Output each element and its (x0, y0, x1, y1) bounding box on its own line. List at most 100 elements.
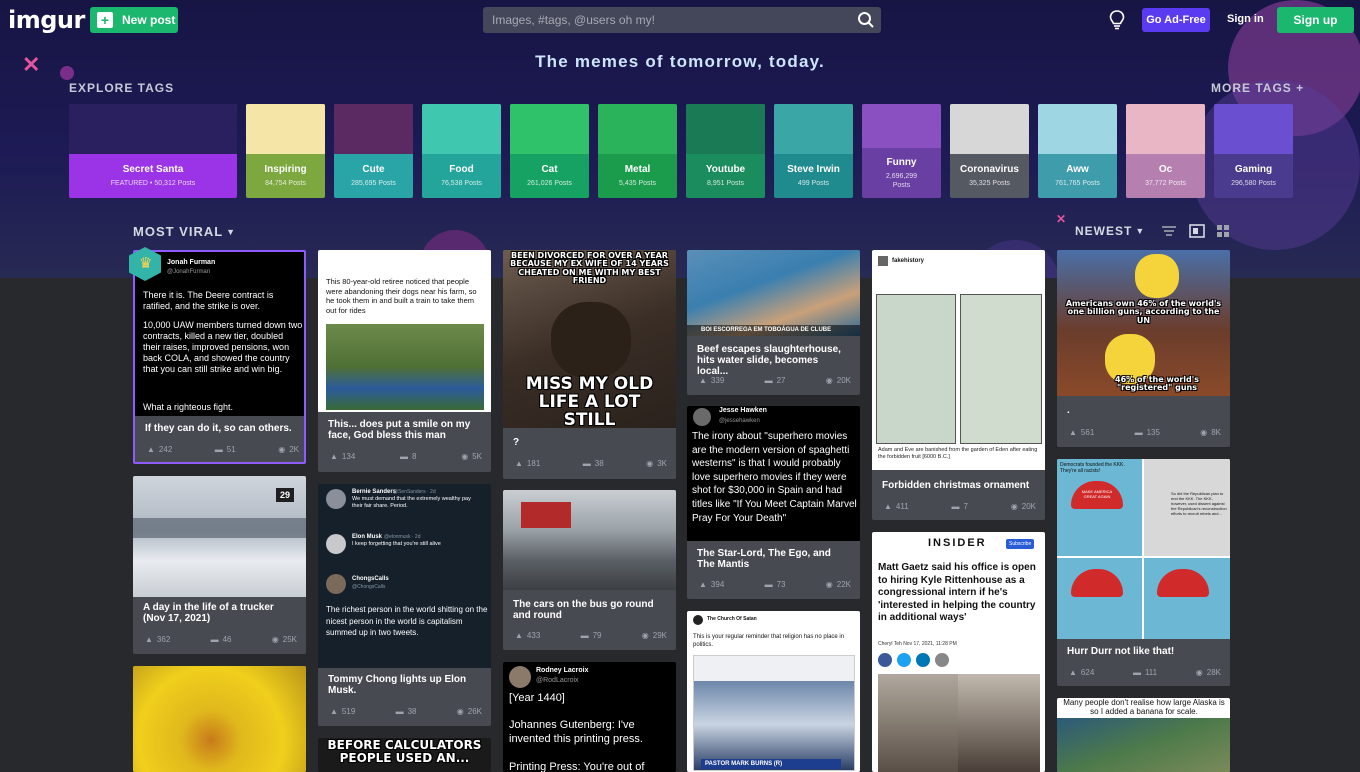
tag-count: 5,435 Posts (619, 180, 656, 187)
post-card[interactable]: Bernie Sanders @SenSanders · 2d We must … (318, 484, 491, 726)
upvote-icon[interactable]: ▲ (147, 445, 155, 454)
tag-card-secret-santa[interactable]: Secret Santa FEATURED • 50,312 Posts (69, 104, 237, 198)
comment-icon: ▬ (764, 579, 773, 589)
tag-card-inspiring[interactable]: Inspiring 84,754 Posts (246, 104, 325, 198)
tag-card-metal[interactable]: Metal 5,435 Posts (598, 104, 677, 198)
post-card[interactable]: INSIDER Subscribe Matt Gaetz said his of… (872, 532, 1045, 772)
avatar (878, 256, 888, 266)
sign-up-button[interactable]: Sign up (1277, 7, 1354, 33)
post-title: ? (513, 437, 520, 448)
post-card[interactable]: BEFORE CALCULATORS PEOPLE USED AN... (318, 738, 491, 772)
post-stats: ▲ 433 ▬ 79 ◉ 29K (515, 629, 667, 641)
tag-card-coronavirus[interactable]: Coronavirus 35,325 Posts (950, 104, 1029, 198)
post-card[interactable]: The Church Of Satan This is your regular… (687, 611, 860, 772)
tag-card-cat[interactable]: Cat 261,026 Posts (510, 104, 589, 198)
upvote-icon[interactable]: ▲ (330, 707, 338, 716)
post-card[interactable]: fakehistory Adam and Eve are banished fr… (872, 250, 1045, 520)
post-card[interactable]: Rodney Lacroix @RodLacroix [Year 1440] J… (503, 662, 676, 772)
comment-count: 51 (226, 444, 236, 454)
post-card[interactable]: Jonah Furman @JonahFurman There it is. T… (133, 250, 306, 464)
tag-image (598, 104, 677, 154)
upvote-icon[interactable]: ▲ (1069, 428, 1077, 437)
image-count-badge: 29 (275, 488, 294, 502)
tag-image (1214, 104, 1293, 154)
new-post-button[interactable]: + New post (90, 7, 178, 33)
search-input[interactable] (483, 7, 881, 33)
upvote-icon[interactable]: ▲ (699, 376, 707, 385)
tag-count: 37,772 Posts (1145, 180, 1186, 187)
post-title: This... does put a smile on my face, God… (328, 419, 471, 441)
comment-icon: ▬ (210, 634, 219, 644)
tag-card-steve-irwin[interactable]: Steve Irwin 499 Posts (774, 104, 853, 198)
tag-image (69, 104, 237, 154)
list-view-icon[interactable] (1161, 224, 1177, 238)
tag-image (422, 104, 501, 154)
tweet-text: Johannes Gutenberg: I've invented this p… (509, 719, 643, 745)
upvote-icon[interactable]: ▲ (330, 452, 338, 461)
trophy-icon: ♛ (139, 255, 153, 272)
tag-name: Food (449, 164, 474, 175)
column-view-icon[interactable] (1189, 224, 1205, 238)
post-thumbnail (133, 666, 306, 772)
tag-count: 261,026 Posts (527, 180, 572, 187)
most-viral-dropdown[interactable]: MOST VIRAL ▼ (133, 224, 236, 239)
lightbulb-icon[interactable] (1109, 10, 1125, 30)
tag-card-gaming[interactable]: Gaming 296,580 Posts (1214, 104, 1293, 198)
tweet-text: There it is. The Deere contract is ratif… (143, 290, 274, 311)
upvote-icon[interactable]: ▲ (699, 580, 707, 589)
upvote-icon[interactable]: ▲ (515, 459, 523, 468)
imgur-logo[interactable]: imgur (8, 6, 85, 34)
post-card[interactable]: Many people don't realise how large Alas… (1057, 698, 1230, 772)
article-byline: Cheryl Teh Nov 17, 2021, 11:28 PM (878, 641, 957, 647)
upvote-count: 339 (710, 375, 725, 385)
post-card[interactable]: The cars on the bus go round and round ▲… (503, 490, 676, 650)
sign-in-link[interactable]: Sign in (1227, 13, 1264, 25)
search-bar[interactable] (483, 7, 881, 33)
post-card[interactable]: BEEN DIVORCED FOR OVER A YEAR BECAUSE MY… (503, 250, 676, 479)
post-card[interactable] (133, 666, 306, 772)
news-screenshot (693, 655, 855, 771)
newest-dropdown[interactable]: NEWEST ▼ (1075, 224, 1145, 238)
post-card[interactable]: Democrats founded the KKK. They're all r… (1057, 459, 1230, 686)
video-caption: BOI ESCORREGA EM TOBOÁGUA DE CLUBE (701, 327, 832, 333)
twitter-icon (897, 653, 911, 667)
post-stats: ▲ 394 ▬ 73 ◉ 22K (699, 578, 851, 590)
tag-count: 296,580 Posts (1231, 180, 1276, 187)
post-card[interactable]: This 80-year-old retiree noticed that pe… (318, 250, 491, 472)
tag-card-youtube[interactable]: Youtube 8,951 Posts (686, 104, 765, 198)
tag-name: Oc (1158, 164, 1173, 175)
search-icon[interactable] (857, 11, 875, 29)
post-card[interactable]: BOI ESCORREGA EM TOBOÁGUA DE CLUBE Beef … (687, 250, 860, 395)
upvote-icon[interactable]: ▲ (145, 635, 153, 644)
upvote-icon[interactable]: ▲ (1069, 668, 1077, 677)
tag-name: Steve Irwin (787, 164, 840, 175)
comic-panel (876, 294, 956, 444)
tag-card-funny[interactable]: Funny 2,696,299 Posts (862, 104, 941, 198)
tweet-author: Rodney Lacroix (536, 667, 589, 674)
post-title: Beef escapes slaughterhouse, hits water … (697, 344, 841, 377)
go-ad-free-button[interactable]: Go Ad-Free (1142, 8, 1210, 32)
upvote-icon[interactable]: ▲ (515, 631, 523, 640)
article-headline: Matt Gaetz said his office is open to hi… (878, 562, 1036, 623)
comic-panel (960, 294, 1042, 444)
upvote-icon[interactable]: ▲ (884, 502, 892, 511)
thumbnail-caption: Adam and Eve are banished from the garde… (878, 447, 1038, 460)
tag-name: Cat (541, 164, 558, 175)
eye-icon: ◉ (646, 458, 654, 468)
tag-card-cute[interactable]: Cute 285,695 Posts (334, 104, 413, 198)
post-card[interactable]: Americans own 46% of the world's one bil… (1057, 250, 1230, 447)
post-card[interactable]: 29 A day in the life of a trucker (Nov 1… (133, 476, 306, 654)
post-thumbnail: BOI ESCORREGA EM TOBOÁGUA DE CLUBE (687, 250, 860, 336)
post-thumbnail (133, 518, 306, 538)
grid-view-icon[interactable] (1216, 224, 1230, 238)
tag-count: 8,951 Posts (707, 180, 744, 187)
post-title: The cars on the bus go round and round (513, 599, 654, 621)
view-count: 2K (289, 444, 299, 454)
post-card[interactable]: Jesse Hawken @jessehawken The irony abou… (687, 406, 860, 599)
more-tags-link[interactable]: MORE TAGS + (1211, 81, 1304, 95)
tag-card-oc[interactable]: Oc 37,772 Posts (1126, 104, 1205, 198)
tag-card-food[interactable]: Food 76,538 Posts (422, 104, 501, 198)
post-stats: ▲ 181 ▬ 38 ◉ 3K (515, 457, 667, 469)
tag-card-aww[interactable]: Aww 761,765 Posts (1038, 104, 1117, 198)
tweet-text: What a righteous fight. (143, 402, 234, 412)
